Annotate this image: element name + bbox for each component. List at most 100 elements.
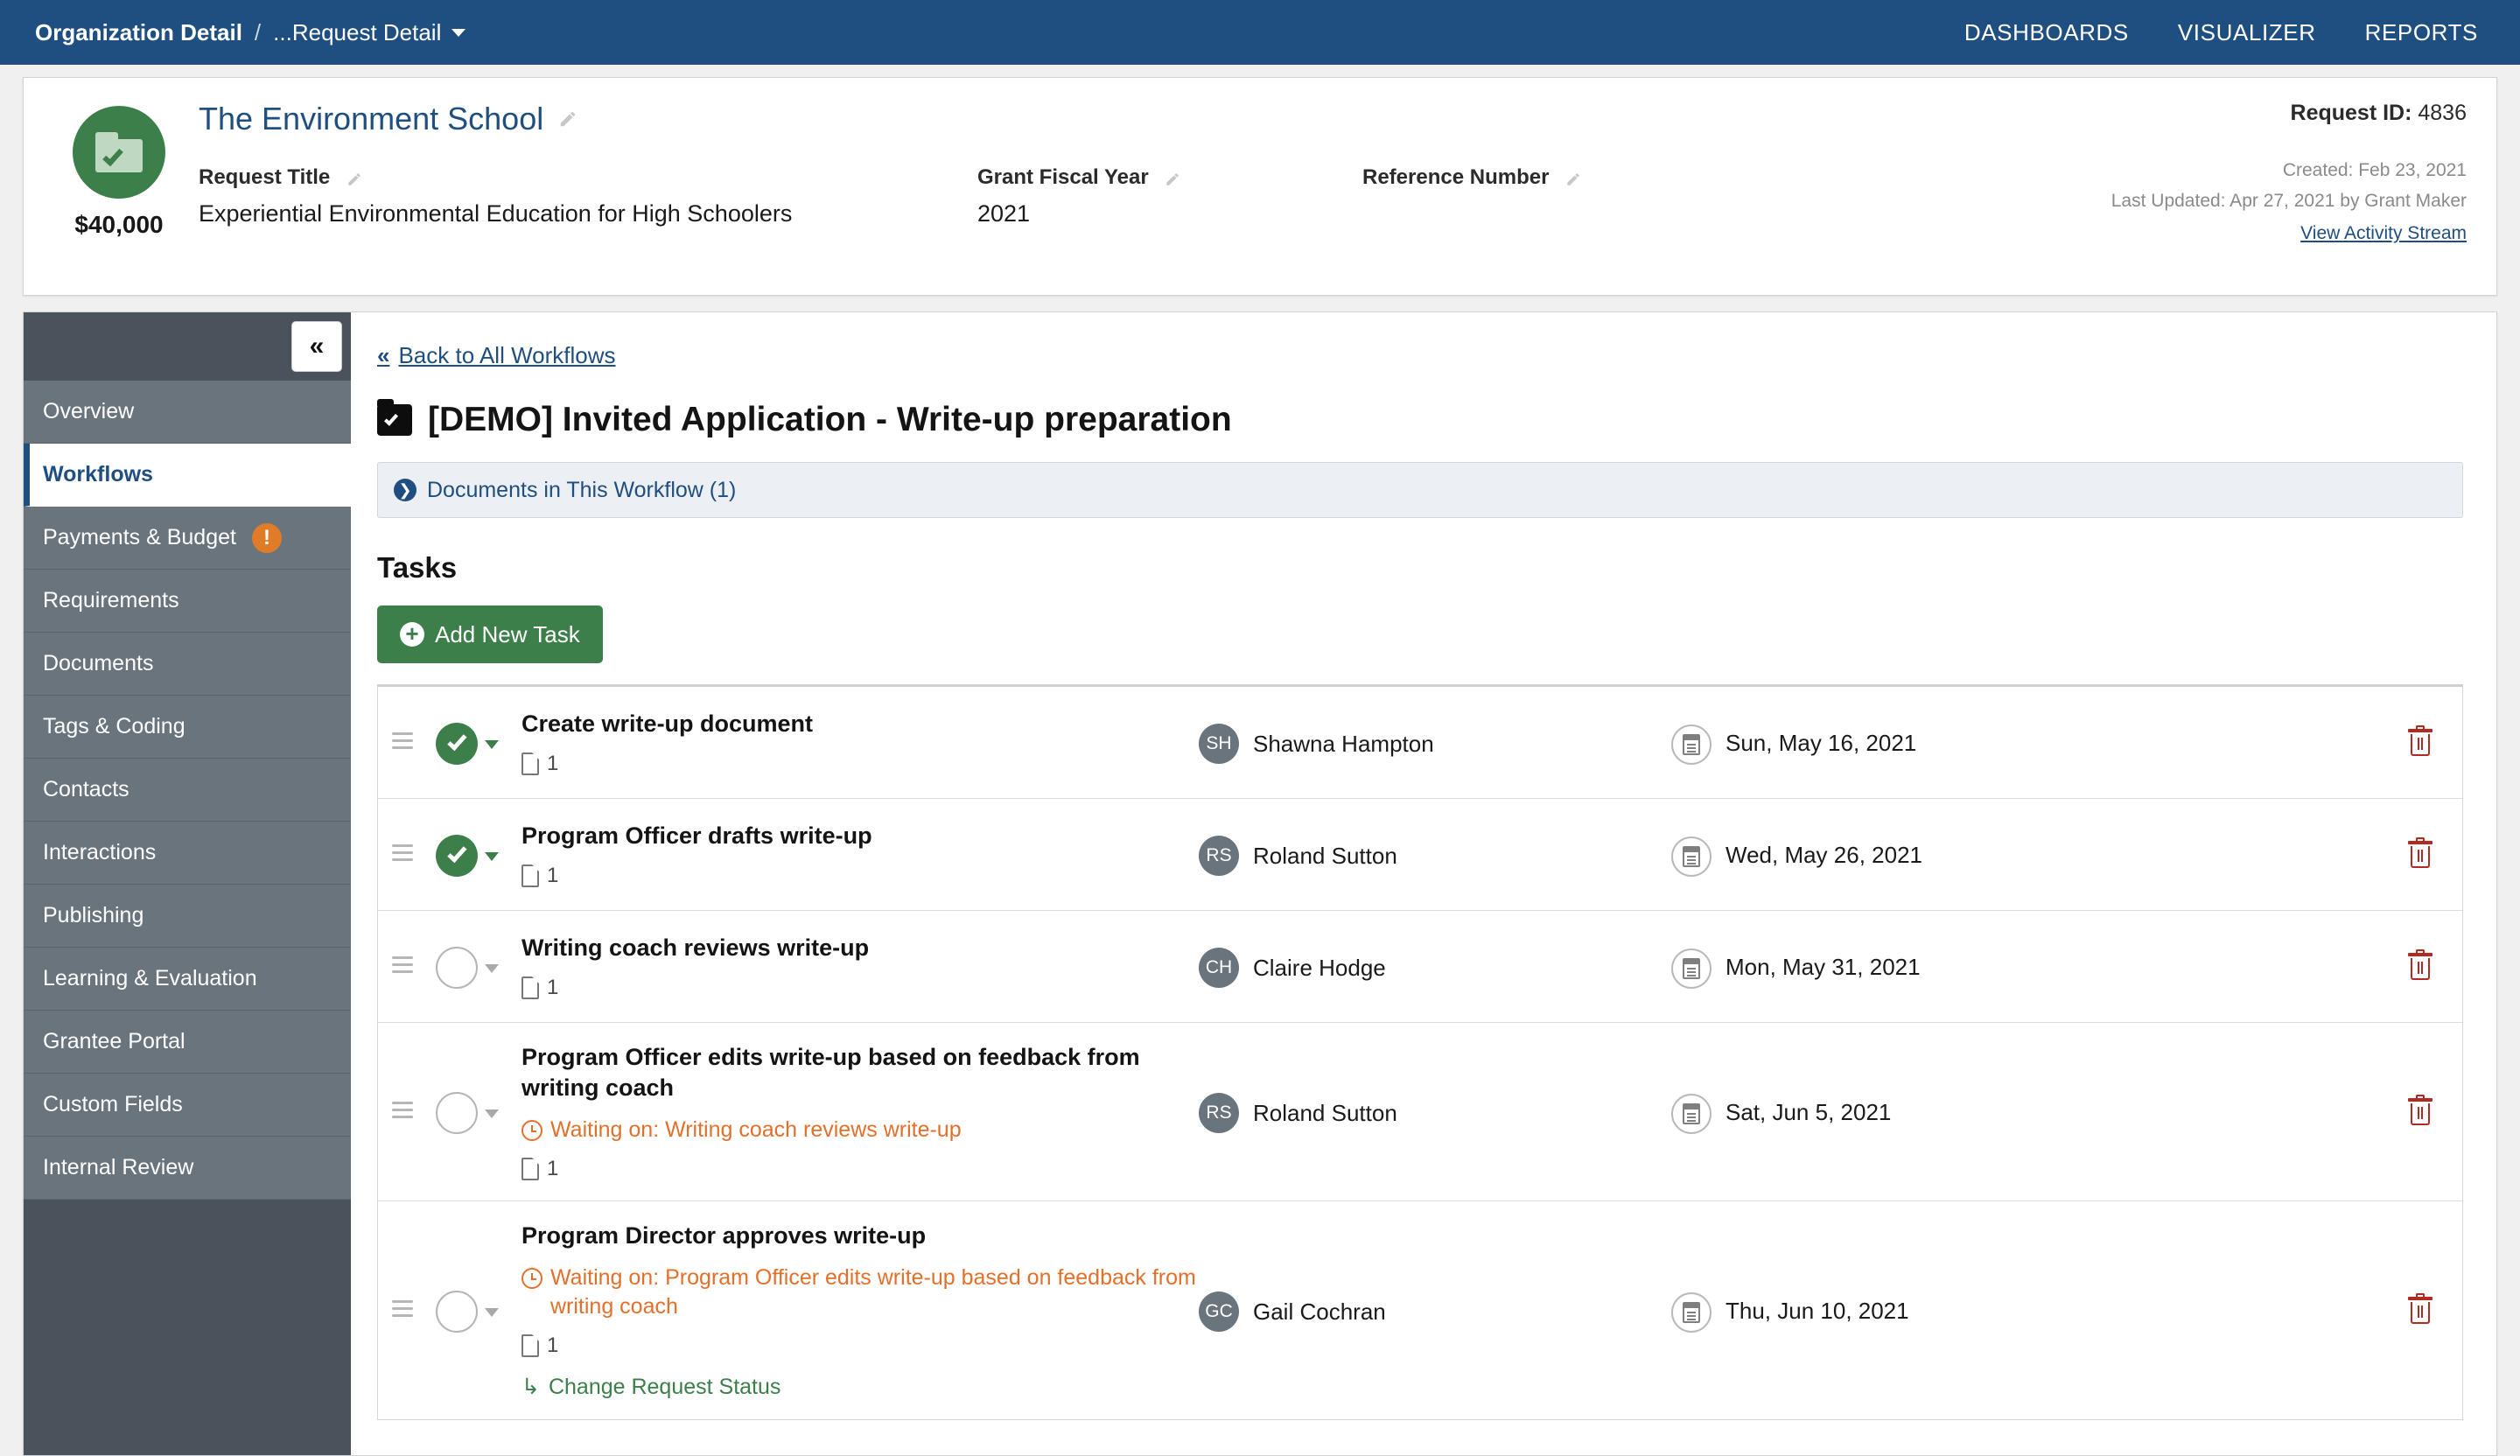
task-due-date-value: Mon, May 31, 2021 [1726, 953, 1921, 980]
task-due-date[interactable]: Wed, May 26, 2021 [1671, 833, 2196, 877]
request-id: Request ID: 4836 [2111, 101, 2467, 126]
task-title[interactable]: Program Director approves write-up [522, 1221, 1199, 1251]
sidebar-item-learning-evaluation[interactable]: Learning & Evaluation [24, 948, 351, 1011]
task-title[interactable]: Writing coach reviews write-up [522, 933, 1199, 963]
task-assignee-name: Shawna Hampton [1253, 730, 1434, 757]
drag-handle-icon [392, 956, 413, 977]
task-status-control[interactable] [427, 1289, 508, 1333]
trash-icon[interactable] [2408, 1292, 2432, 1325]
edit-pencil-icon[interactable] [1165, 169, 1184, 188]
status-dropdown-caret-icon[interactable] [485, 851, 499, 861]
task-delete-cell [2196, 1292, 2462, 1325]
drag-handle[interactable] [378, 1299, 427, 1321]
breadcrumb-organization-detail[interactable]: Organization Detail [35, 19, 242, 46]
task-document-count[interactable]: 1 [522, 1157, 1199, 1181]
status-dropdown-caret-icon[interactable] [485, 963, 499, 973]
task-due-date[interactable]: Sun, May 16, 2021 [1671, 721, 2196, 765]
nav-link-dashboards[interactable]: DASHBOARDS [1964, 19, 2129, 46]
task-title[interactable]: Program Officer drafts write-up [522, 821, 1199, 851]
back-to-all-workflows-link[interactable]: « Back to All Workflows [377, 342, 2463, 369]
task-assignee[interactable]: RS Roland Sutton [1199, 834, 1671, 876]
sidebar-collapse-button[interactable]: « [291, 321, 342, 372]
trash-icon[interactable] [2408, 836, 2432, 869]
task-incomplete-circle-icon[interactable] [436, 946, 478, 989]
task-status-control[interactable] [427, 833, 508, 877]
task-due-date-value: Thu, Jun 10, 2021 [1726, 1297, 1909, 1324]
task-delete-cell [2196, 836, 2462, 869]
edit-pencil-icon[interactable] [1565, 169, 1585, 188]
task-title[interactable]: Create write-up document [522, 709, 1199, 739]
task-due-date-value: Wed, May 26, 2021 [1726, 841, 1922, 868]
sidebar-filler [24, 1200, 351, 1456]
chevron-down-icon[interactable] [452, 28, 466, 37]
avatar: GC [1199, 1291, 1239, 1332]
task-assignee[interactable]: RS Roland Sutton [1199, 1091, 1671, 1133]
sidebar-item-label: Documents [43, 651, 154, 676]
task-due-date[interactable]: Sat, Jun 5, 2021 [1671, 1090, 2196, 1134]
drag-handle[interactable] [378, 1101, 427, 1123]
task-due-date[interactable]: Thu, Jun 10, 2021 [1671, 1289, 2196, 1333]
task-status-control[interactable] [427, 1090, 508, 1134]
sidebar-item-overview[interactable]: Overview [24, 381, 351, 444]
nav-link-reports[interactable]: REPORTS [2365, 19, 2478, 46]
breadcrumb-request-detail[interactable]: ...Request Detail [273, 19, 441, 46]
drag-handle[interactable] [378, 844, 427, 865]
task-incomplete-circle-icon[interactable] [436, 1290, 478, 1333]
sidebar-item-tags-coding[interactable]: Tags & Coding [24, 696, 351, 759]
field-label-request-title: Request Title [199, 165, 331, 189]
tasks-section-heading: Tasks [377, 551, 458, 584]
task-status-control[interactable] [427, 945, 508, 989]
task-document-count[interactable]: 1 [522, 976, 1199, 1000]
sidebar-item-contacts[interactable]: Contacts [24, 759, 351, 822]
edit-pencil-icon[interactable] [346, 169, 366, 188]
task-due-date[interactable]: Mon, May 31, 2021 [1671, 945, 2196, 989]
trash-icon[interactable] [2408, 1094, 2432, 1126]
task-document-count[interactable]: 1 [522, 864, 1199, 888]
view-activity-stream-link[interactable]: View Activity Stream [2300, 223, 2467, 244]
task-status-control[interactable] [427, 721, 508, 765]
trash-icon[interactable] [2408, 724, 2432, 757]
sidebar-item-documents[interactable]: Documents [24, 633, 351, 696]
edit-pencil-icon[interactable] [558, 109, 578, 129]
trash-icon[interactable] [2408, 948, 2432, 981]
task-details-column: Program Director approves write-up Waiti… [508, 1221, 1199, 1400]
task-assignee-name: Gail Cochran [1253, 1298, 1386, 1325]
task-incomplete-circle-icon[interactable] [436, 1091, 478, 1134]
task-complete-check-icon[interactable] [436, 722, 478, 765]
nav-link-visualizer[interactable]: VISUALIZER [2178, 19, 2316, 46]
task-assignee[interactable]: CH Claire Hodge [1199, 946, 1671, 988]
top-navigation-bar: Organization Detail / ...Request Detail … [0, 0, 2520, 65]
change-request-status-label: Change Request Status [548, 1374, 781, 1399]
chevron-right-icon: ❯ [394, 479, 416, 501]
status-dropdown-caret-icon[interactable] [485, 739, 499, 749]
status-dropdown-caret-icon[interactable] [485, 1109, 499, 1118]
task-due-date-value: Sat, Jun 5, 2021 [1726, 1098, 1892, 1125]
add-new-task-button[interactable]: + Add New Task [377, 606, 603, 663]
change-request-status-link[interactable]: ↳ Change Request Status [522, 1374, 1199, 1400]
sidebar-item-grantee-portal[interactable]: Grantee Portal [24, 1011, 351, 1074]
documents-in-workflow-accordion[interactable]: ❯ Documents in This Workflow (1) [377, 462, 2463, 518]
task-document-count[interactable]: 1 [522, 752, 1199, 776]
task-assignee[interactable]: SH Shawna Hampton [1199, 722, 1671, 764]
record-timestamps: Created: Feb 23, 2021 Last Updated: Apr … [2111, 156, 2467, 216]
sidebar-item-publishing[interactable]: Publishing [24, 885, 351, 948]
task-details-column: Program Officer drafts write-up 1 [508, 821, 1199, 888]
organization-name-link[interactable]: The Environment School [199, 101, 543, 137]
task-title[interactable]: Program Officer edits write-up based on … [522, 1042, 1199, 1103]
sidebar-item-requirements[interactable]: Requirements [24, 570, 351, 633]
clock-icon [522, 1268, 542, 1290]
drag-handle[interactable] [378, 732, 427, 753]
task-waiting-on: Waiting on: Program Officer edits write-… [522, 1264, 1199, 1321]
document-icon [522, 976, 539, 1000]
sidebar-item-workflows[interactable]: Workflows [24, 444, 351, 507]
sidebar-item-internal-review[interactable]: Internal Review [24, 1137, 351, 1200]
task-assignee[interactable]: GC Gail Cochran [1199, 1290, 1671, 1332]
task-complete-check-icon[interactable] [436, 834, 478, 877]
sidebar-item-payments-budget[interactable]: Payments & Budget! [24, 507, 351, 570]
task-document-count[interactable]: 1 [522, 1334, 1199, 1358]
sidebar-item-custom-fields[interactable]: Custom Fields [24, 1074, 351, 1137]
status-dropdown-caret-icon[interactable] [485, 1307, 499, 1317]
add-new-task-label: Add New Task [435, 620, 580, 648]
drag-handle[interactable] [378, 956, 427, 977]
sidebar-item-interactions[interactable]: Interactions [24, 822, 351, 885]
